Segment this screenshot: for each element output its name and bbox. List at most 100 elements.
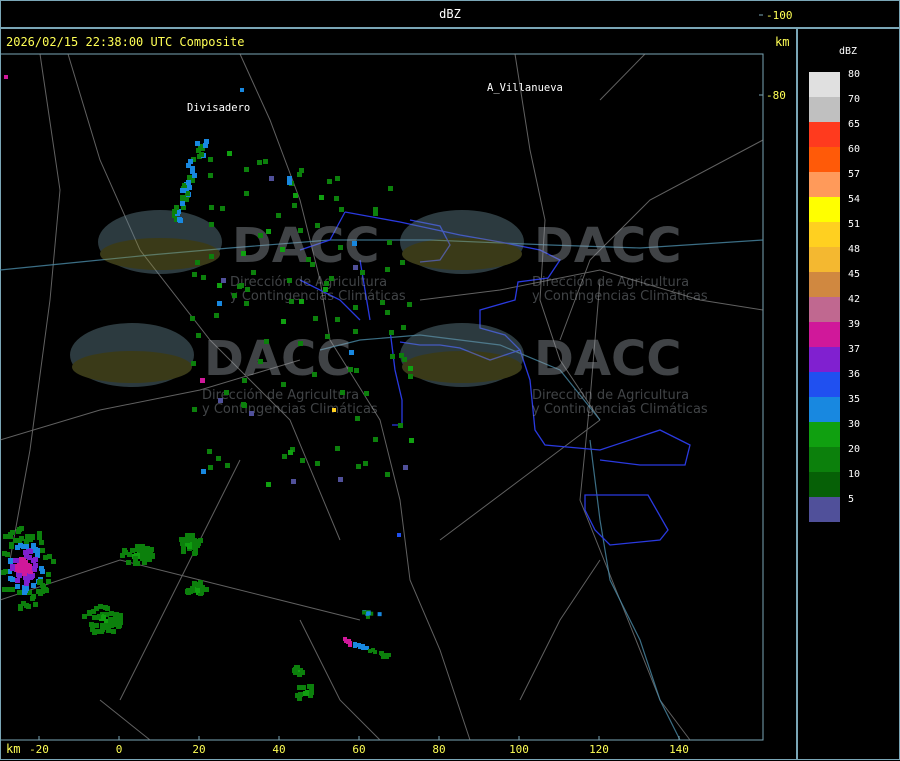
echo-cell — [387, 240, 392, 245]
echo-cell — [185, 533, 190, 538]
dacc-logo-text: DACC — [204, 331, 351, 387]
echo-cell — [140, 551, 145, 556]
echo-cell — [297, 172, 302, 177]
echo-cell — [293, 193, 298, 198]
echo-cell — [315, 223, 320, 228]
echo-cell — [335, 317, 340, 322]
echo-cell — [319, 195, 324, 200]
echo-cell — [46, 579, 51, 584]
echo-cell — [111, 629, 116, 634]
echo-cell — [298, 341, 303, 346]
echo-cell — [137, 544, 142, 549]
echo-cell — [309, 688, 314, 693]
echo-cell — [300, 458, 305, 463]
echo-cell — [240, 88, 244, 92]
legend-label: 60 — [848, 144, 860, 155]
echo-cell — [94, 606, 99, 611]
echo-cell — [180, 201, 185, 206]
echo-cell — [287, 278, 292, 283]
echo-cell — [200, 378, 205, 383]
echo-cell — [181, 188, 186, 193]
legend-swatch — [809, 147, 840, 172]
echo-cell — [241, 251, 246, 256]
echo-cell — [122, 548, 127, 553]
echo-cell — [40, 548, 45, 553]
legend-title: dBZ — [839, 46, 857, 57]
echo-cell — [36, 589, 41, 594]
echo-cell — [353, 305, 358, 310]
echo-cell — [214, 313, 219, 318]
timestamp-label: 2026/02/15 22:38:00 UTC Composite — [6, 35, 244, 49]
legend-swatch — [809, 497, 840, 522]
echo-cell — [120, 553, 125, 558]
echo-cell — [338, 477, 343, 482]
echo-cell — [266, 229, 271, 234]
echo-cell — [263, 159, 268, 164]
legend-swatch — [809, 422, 840, 447]
echo-cell — [310, 262, 315, 267]
echo-cell — [332, 408, 336, 412]
echo-cell — [200, 585, 205, 590]
echo-cell — [408, 366, 413, 371]
echo-cell — [338, 245, 343, 250]
echo-cell — [8, 576, 13, 581]
echo-cell — [25, 534, 30, 539]
echo-cell — [249, 411, 254, 416]
radar-map-frame: dBZ DACCDirección de Agriculturay Contin… — [0, 0, 900, 761]
echo-cell — [13, 538, 18, 543]
legend-swatch — [809, 197, 840, 222]
echo-cell — [208, 173, 213, 178]
echo-cell — [377, 612, 382, 617]
x-tick-label: 20 — [192, 743, 205, 756]
echo-cell — [17, 527, 22, 532]
echo-cell — [241, 402, 246, 407]
echo-cell — [126, 560, 131, 565]
echo-cell — [292, 203, 297, 208]
echo-cell — [354, 368, 359, 373]
dacc-logo-line1: Dirección de Agricultura — [230, 275, 387, 290]
legend-label: 65 — [848, 119, 860, 130]
echo-cell — [208, 465, 213, 470]
echo-cell — [360, 270, 365, 275]
echo-cell — [51, 559, 56, 564]
echo-cell — [47, 554, 52, 559]
echo-cell — [292, 668, 297, 673]
echo-cell — [196, 333, 201, 338]
echo-cell — [266, 482, 271, 487]
echo-cell — [109, 611, 114, 616]
dacc-logo-text: DACC — [534, 218, 681, 274]
echo-cell — [364, 391, 369, 396]
echo-cell — [324, 281, 329, 286]
echo-cell — [389, 330, 394, 335]
x-tick-label: 120 — [589, 743, 609, 756]
legend-swatch — [809, 247, 840, 272]
echo-cell — [18, 606, 23, 611]
echo-cell — [399, 353, 404, 358]
header-title: dBZ — [439, 7, 461, 21]
echo-cell — [220, 206, 225, 211]
echo-cell — [209, 222, 214, 227]
dacc-logo-text: DACC — [534, 331, 681, 387]
echo-cell — [304, 691, 309, 696]
echo-cell — [221, 278, 226, 283]
echo-cell — [181, 549, 186, 554]
echo-cell — [5, 587, 10, 592]
x-tick-label: 40 — [272, 743, 285, 756]
echo-cell — [39, 540, 44, 545]
echo-cell — [31, 583, 36, 588]
echo-cell — [245, 287, 250, 292]
echo-cell — [207, 449, 212, 454]
echo-cell — [380, 300, 385, 305]
legend-swatch — [809, 372, 840, 397]
echo-cell — [177, 217, 182, 222]
echo-cell — [208, 157, 213, 162]
legend-swatch — [809, 97, 840, 122]
echo-cell — [217, 301, 222, 306]
legend-label: 5 — [848, 494, 854, 505]
echo-cell — [10, 530, 15, 535]
echo-cell — [187, 544, 192, 549]
echo-cell — [5, 534, 10, 539]
echo-cell — [5, 552, 10, 557]
echo-cell — [388, 186, 393, 191]
legend-swatch — [809, 222, 840, 247]
